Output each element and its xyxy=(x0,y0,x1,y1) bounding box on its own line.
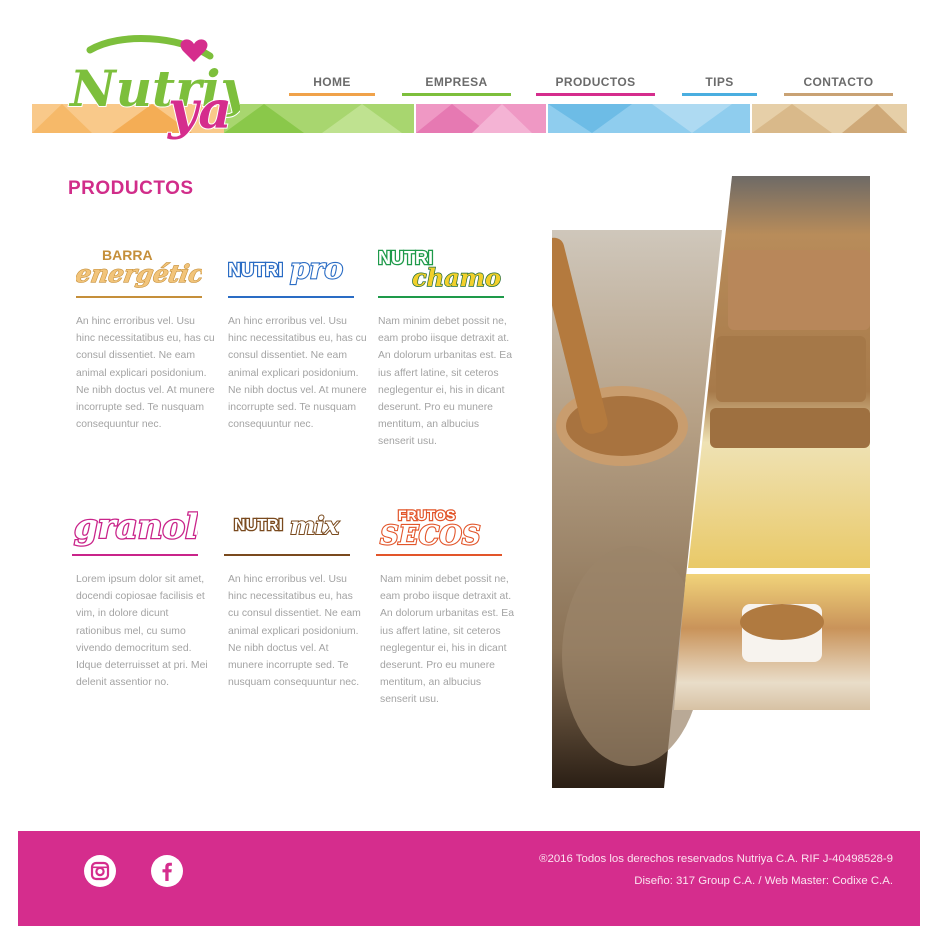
facebook-icon xyxy=(162,862,172,881)
instagram-link[interactable] xyxy=(84,855,116,887)
product-nutrimix: NUTRI mix An hinc erroribus vel. Usu hin… xyxy=(224,498,364,691)
nav-empresa-underline xyxy=(402,93,511,96)
svg-text:chamo: chamo xyxy=(412,263,501,292)
nutripro-description: An hinc erroribus vel. Usu hinc necessit… xyxy=(228,316,367,431)
nav-productos-label: PRODUCTOS xyxy=(555,75,636,89)
granola-logo[interactable]: granola xyxy=(72,498,198,552)
svg-text:granola: granola xyxy=(74,507,198,547)
nav-productos[interactable]: PRODUCTOS xyxy=(536,76,655,96)
svg-text:mix: mix xyxy=(290,511,340,540)
nav-tips-label: TIPS xyxy=(705,75,734,89)
granola-bowl-photo xyxy=(674,574,870,710)
barra-energetica-description: An hinc erroribus vel. Usu hinc necessit… xyxy=(76,316,215,431)
granola-description: Lorem ipsum dolor sit amet, docendi copi… xyxy=(76,574,208,689)
nav-empresa[interactable]: EMPRESA xyxy=(402,76,511,96)
product-granola: granola Lorem ipsum dolor sit amet, doce… xyxy=(72,498,212,691)
product-photo-collage xyxy=(538,176,872,788)
nutrichamo-description: Nam minim debet possit ne, eam probo iis… xyxy=(378,316,512,448)
product-nutripro: NUTRI pro An hinc erroribus vel. Usu hin… xyxy=(228,240,368,433)
instagram-icon xyxy=(90,861,110,881)
nav-tips[interactable]: TIPS xyxy=(682,76,757,96)
svg-text:NUTRI: NUTRI xyxy=(228,260,283,280)
nav-contacto-label: CONTACTO xyxy=(803,75,874,89)
frutos-secos-description: Nam minim debet possit ne, eam probo iis… xyxy=(380,574,514,706)
footer-credits: Diseño: 317 Group C.A. / Web Master: Cod… xyxy=(634,875,893,887)
nutrichamo-underline xyxy=(378,296,504,298)
nav-home[interactable]: HOME xyxy=(289,76,375,96)
svg-text:NUTRI: NUTRI xyxy=(234,517,283,534)
site-footer: ®2016 Todos los derechos reservados Nutr… xyxy=(18,831,920,926)
svg-text:SECOS: SECOS xyxy=(380,521,481,551)
nav-empresa-label: EMPRESA xyxy=(425,75,488,89)
nav-contacto[interactable]: CONTACTO xyxy=(784,76,893,96)
nav-home-underline xyxy=(289,93,375,96)
nutripro-underline xyxy=(228,296,354,298)
product-frutos-secos: FRUTOS SECOS Nam minim debet possit ne, … xyxy=(376,498,516,709)
nav-tips-underline xyxy=(682,93,757,96)
svg-text:pro: pro xyxy=(290,252,343,285)
barra-energetica-underline xyxy=(76,296,202,298)
frutos-secos-logo[interactable]: FRUTOS SECOS xyxy=(376,498,502,552)
barra-energetica-logo[interactable]: BARRA energética xyxy=(76,240,202,294)
nav-contacto-underline xyxy=(784,93,893,96)
footer-copyright: ®2016 Todos los derechos reservados Nutr… xyxy=(539,853,893,865)
nutrimix-underline xyxy=(224,554,350,556)
frutos-secos-underline xyxy=(376,554,502,556)
nutripro-logo[interactable]: NUTRI pro xyxy=(228,240,354,294)
page-title: PRODUCTOS xyxy=(68,178,194,199)
product-barra-energetica: BARRA energética An hinc erroribus vel. … xyxy=(76,240,216,433)
nutrimix-logo[interactable]: NUTRI mix xyxy=(224,498,350,552)
product-nutrichamo: NUTRI chamo Nam minim debet possit ne, e… xyxy=(378,240,518,451)
nav-home-label: HOME xyxy=(313,75,351,89)
nutrichamo-logo[interactable]: NUTRI chamo xyxy=(378,240,504,294)
svg-text:energética: energética xyxy=(76,259,202,288)
nutrimix-description: An hinc erroribus vel. Usu hinc necessit… xyxy=(228,574,361,689)
nav-productos-underline xyxy=(536,93,655,96)
main-navigation: HOME EMPRESA PRODUCTOS TIPS CONTACTO xyxy=(0,76,940,96)
facebook-link[interactable] xyxy=(151,855,183,887)
granola-underline xyxy=(72,554,198,556)
